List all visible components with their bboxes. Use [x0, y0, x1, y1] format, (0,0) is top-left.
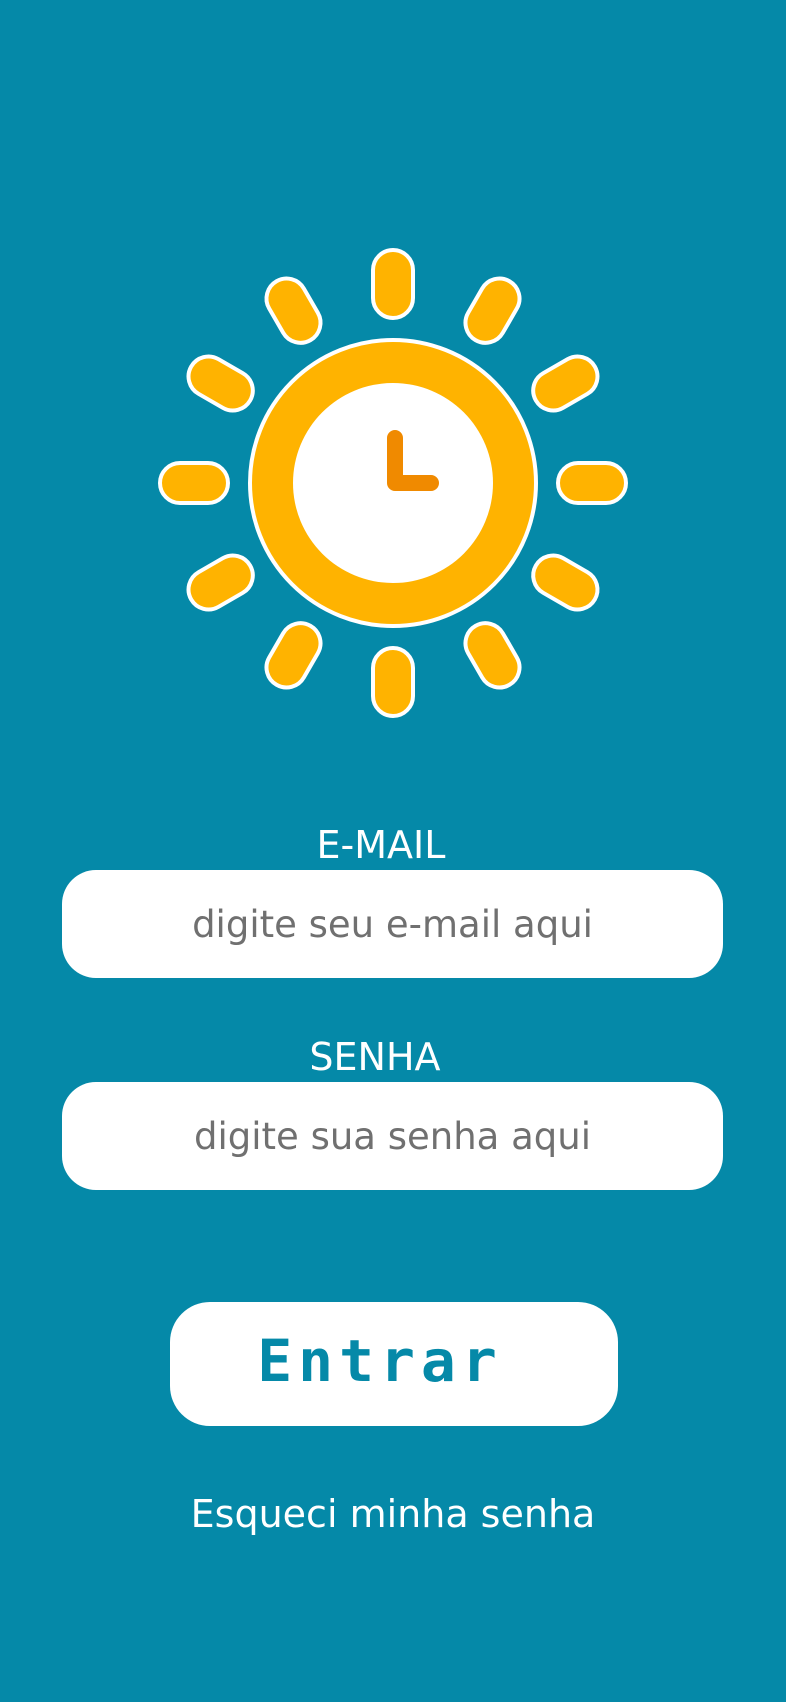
sun-ray: [264, 621, 323, 690]
sun-ray: [371, 646, 415, 718]
sun-clock-logo: [158, 248, 628, 718]
email-field[interactable]: [62, 870, 723, 978]
enter-button[interactable]: Entrar: [170, 1302, 618, 1426]
sun-ray: [186, 553, 255, 612]
sun-ray: [186, 354, 255, 413]
sun-ray: [463, 621, 522, 690]
password-field[interactable]: [62, 1082, 723, 1190]
forgot-password-link[interactable]: Esqueci minha senha: [0, 1490, 786, 1538]
password-field-container[interactable]: [62, 1082, 723, 1190]
sun-ray: [556, 461, 628, 505]
sun-ray: [531, 354, 600, 413]
sun-ray: [158, 461, 230, 505]
sun-ray: [463, 276, 522, 345]
password-label: SENHA: [309, 1035, 441, 1079]
sun-ray: [264, 276, 323, 345]
email-field-container[interactable]: [62, 870, 723, 978]
sun-ray: [371, 248, 415, 320]
email-label: E-MAIL: [316, 823, 446, 867]
sun-clock-icon: [158, 248, 628, 718]
enter-button-label: Entrar: [257, 1327, 503, 1395]
sun-ray: [531, 553, 600, 612]
